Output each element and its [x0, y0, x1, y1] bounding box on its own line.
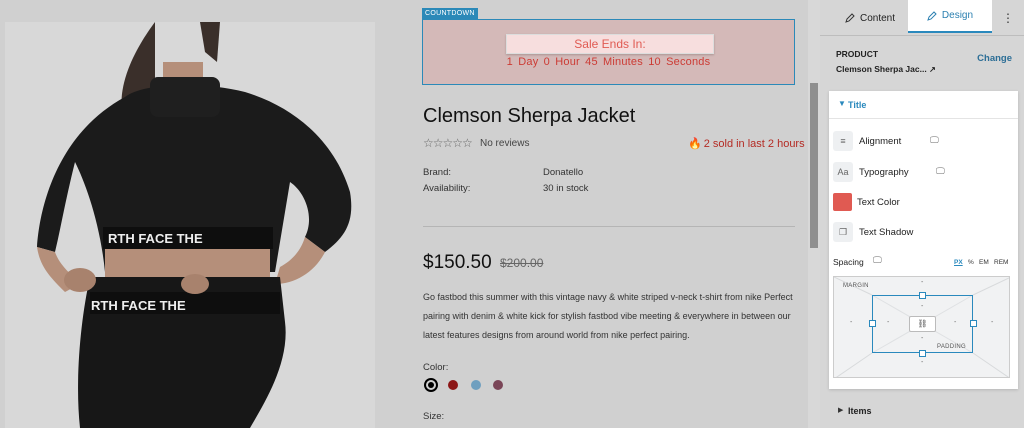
tab-content-label: Content [859, 12, 896, 24]
product-selector: PRODUCT Clemson Sherpa Jac... ↗ Change [830, 40, 1018, 83]
brush-icon [927, 10, 937, 21]
typography-option[interactable]: Typography [859, 167, 909, 178]
sale-ends-heading: Sale Ends In: [506, 34, 714, 54]
margin-right-value[interactable]: - [991, 319, 993, 326]
padding-label: PADDING [937, 344, 966, 350]
color-swatch-black[interactable] [424, 378, 438, 392]
product-section-label: PRODUCT [836, 49, 879, 59]
model-illustration: RTH FACE THE RTH FACE THE [5, 22, 375, 428]
sold-text: 2 sold in last 2 hours [703, 138, 805, 150]
desktop-icon[interactable]: 🖵 [873, 255, 882, 266]
more-options-icon[interactable]: ⋮ [1002, 11, 1014, 25]
text-shadow-icon[interactable]: ❐ [833, 222, 853, 242]
color-swatch-red[interactable] [448, 380, 458, 390]
tab-design[interactable]: Design [908, 0, 992, 33]
alignment-option[interactable]: Alignment [859, 136, 901, 147]
tab-content[interactable]: Content [830, 0, 910, 36]
title-section-label: Title [848, 100, 867, 110]
countdown-tag: COUNTDOWN [422, 8, 478, 20]
flame-icon: 🔥 [688, 138, 702, 150]
items-section-label: Items [848, 406, 872, 416]
unit-px[interactable]: PX [954, 259, 963, 266]
typography-icon[interactable]: Aa [833, 162, 853, 182]
product-old-price: $200.00 [500, 256, 544, 270]
items-section-header[interactable]: ▶ Items [829, 398, 1018, 424]
padding-left-value[interactable]: - [887, 319, 889, 326]
reviews-count: No reviews [480, 138, 530, 149]
brand-value: Donatello [543, 167, 584, 178]
margin-bottom-value[interactable]: - [921, 359, 923, 366]
product-image[interactable]: RTH FACE THE RTH FACE THE [5, 22, 375, 428]
panel-tabs: Content Design ⋮ [820, 0, 1024, 36]
settings-panel: Content Design ⋮ PRODUCT Clemson Sherpa … [820, 0, 1024, 428]
margin-left-value[interactable]: - [850, 319, 852, 326]
title-design-card: ▼ Title ≡ Alignment 🖵 Aa Typography 🖵 Te… [829, 91, 1018, 389]
product-title[interactable]: Clemson Sherpa Jacket [423, 105, 635, 128]
margin-top-handle[interactable] [919, 292, 926, 299]
margin-right-handle[interactable] [970, 320, 977, 327]
product-description: Go fastbod this summer with this vintage… [423, 292, 793, 340]
rating-stars-icon: ☆☆☆☆☆ [423, 136, 473, 150]
editor-canvas: RTH FACE THE RTH FACE THE COUNTDOWN Sale… [0, 0, 808, 428]
desktop-icon[interactable]: 🖵 [930, 135, 939, 146]
color-label: Color: [423, 362, 449, 373]
spacing-label: Spacing [833, 257, 864, 267]
margin-label: MARGIN [843, 283, 869, 289]
shorts-print-text: RTH FACE THE [91, 298, 186, 313]
product-price: $150.50 [423, 252, 492, 273]
unit-rem[interactable]: REM [994, 259, 1008, 266]
availability-label: Availability: [423, 183, 471, 194]
text-shadow-option[interactable]: Text Shadow [859, 227, 913, 238]
tab-design-label: Design [941, 10, 974, 21]
link-values-icon[interactable]: ⛓ [909, 316, 936, 332]
title-section-header[interactable]: ▼ Title [829, 91, 1018, 119]
countdown-timer: 1 Day 0 Hour 45 Minutes 10 Seconds [506, 56, 711, 68]
unit-em[interactable]: EM [979, 259, 989, 266]
alignment-icon[interactable]: ≡ [833, 131, 853, 151]
text-color-swatch[interactable] [833, 193, 852, 211]
availability-value: 30 in stock [543, 183, 589, 194]
sold-indicator: 🔥 2 sold in last 2 hours [688, 137, 805, 150]
margin-top-value[interactable]: - [921, 279, 923, 286]
desktop-icon[interactable]: 🖵 [936, 166, 945, 177]
brand-label: Brand: [423, 167, 451, 178]
color-swatch-blue[interactable] [471, 380, 481, 390]
selected-product-name[interactable]: Clemson Sherpa Jac... ↗ [836, 64, 936, 74]
margin-left-handle[interactable] [869, 320, 876, 327]
caret-right-icon: ▶ [838, 407, 844, 414]
canvas-scrollbar-thumb[interactable] [810, 83, 818, 248]
padding-top-value[interactable]: - [921, 303, 923, 310]
margin-bottom-handle[interactable] [919, 350, 926, 357]
external-link-icon[interactable]: ↗ [929, 65, 936, 74]
padding-bottom-value[interactable]: - [921, 335, 923, 342]
text-color-option[interactable]: Text Color [857, 197, 900, 208]
unit-percent[interactable]: % [968, 259, 974, 266]
jacket-print-text: RTH FACE THE [108, 231, 203, 246]
selected-product-text: Clemson Sherpa Jac... [836, 64, 927, 74]
padding-right-value[interactable]: - [954, 319, 956, 326]
change-product-link[interactable]: Change [977, 53, 1012, 64]
color-swatch-plum[interactable] [493, 380, 503, 390]
caret-down-icon: ▼ [838, 99, 846, 108]
pencil-icon [845, 13, 855, 23]
size-label: Size: [423, 411, 445, 422]
divider [423, 226, 795, 227]
spacing-box-model: MARGIN PADDING - - - - - - - - ⛓ [833, 276, 1010, 378]
